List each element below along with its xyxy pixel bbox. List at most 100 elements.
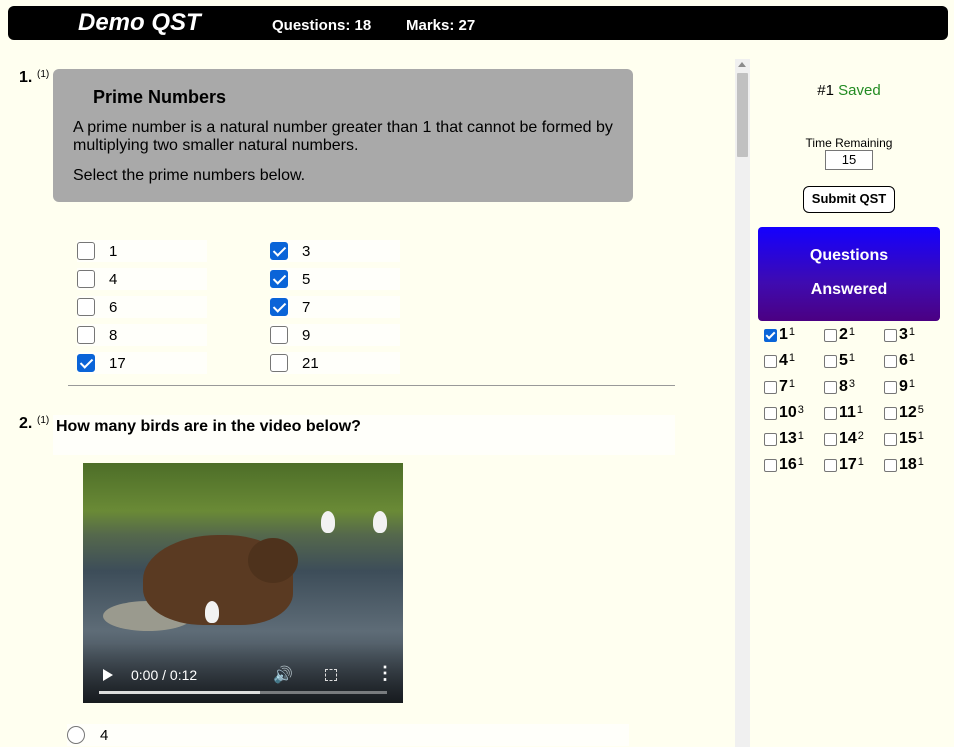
answer-checkbox[interactable] [77, 298, 95, 316]
question-status-item[interactable]: 13 1 [764, 430, 804, 448]
answer-checkbox[interactable] [270, 298, 288, 316]
question-status-number: 2 [839, 326, 848, 343]
question-status-item[interactable]: 21 [824, 326, 855, 344]
answer-option[interactable]: 8 [77, 324, 207, 346]
play-icon[interactable] [103, 669, 113, 681]
question-status-marks: 1 [908, 326, 916, 338]
answer-option-label: 4 [109, 270, 118, 288]
answer-option[interactable]: 4 [67, 724, 629, 746]
answer-option[interactable]: 5 [270, 268, 400, 290]
question-status-item[interactable]: 61 [884, 352, 915, 370]
volume-icon[interactable]: 🔊 [273, 665, 293, 685]
question-status-item[interactable]: 83 [824, 378, 855, 396]
answer-checkbox[interactable] [270, 354, 288, 372]
app-title: Demo QST [78, 9, 201, 36]
question-answered-checkbox[interactable] [764, 458, 777, 472]
question-status-item[interactable]: 17 1 [824, 456, 864, 474]
answer-checkbox[interactable] [77, 326, 95, 344]
question-answered-checkbox[interactable] [884, 354, 897, 368]
fullscreen-icon[interactable] [325, 669, 337, 681]
question-status-item[interactable]: 18 1 [884, 456, 924, 474]
question-status-marks: 1 [917, 456, 924, 468]
answer-option-label: 4 [100, 726, 109, 744]
question-status-item[interactable]: 12 5 [884, 404, 924, 422]
answer-checkbox[interactable] [270, 326, 288, 344]
question-description: A prime number is a natural number great… [73, 119, 613, 154]
question-status-marks: 1 [797, 430, 804, 442]
question-status-marks: 1 [788, 352, 796, 364]
video-progress-bar[interactable] [99, 691, 387, 694]
answer-option-label: 17 [109, 354, 126, 372]
time-remaining-field: 15 [825, 150, 873, 170]
question-status-item[interactable]: 11 1 [824, 404, 863, 422]
question-answered-checkbox[interactable] [824, 380, 837, 394]
answer-option[interactable]: 9 [270, 324, 400, 346]
question-status-item[interactable]: 51 [824, 352, 855, 370]
question-status-marks: 1 [848, 326, 856, 338]
question-answered-checkbox[interactable] [764, 380, 777, 394]
questions-answered-title: Questions [809, 247, 889, 264]
answer-checkbox[interactable] [270, 242, 288, 260]
scrollbar-thumb[interactable] [737, 73, 748, 157]
question-answered-checkbox[interactable] [764, 354, 777, 368]
question-status-item[interactable]: 11 [764, 326, 795, 344]
answer-checkbox[interactable] [77, 354, 95, 372]
question-status-number: 9 [899, 378, 908, 395]
question-answered-checkbox[interactable] [824, 328, 837, 342]
submit-button[interactable]: Submit QST [803, 186, 895, 213]
video-frame-bird [205, 601, 219, 623]
question-answered-checkbox[interactable] [824, 458, 837, 472]
question-answered-checkbox[interactable] [884, 406, 897, 420]
question-answered-checkbox[interactable] [824, 432, 837, 446]
question-answered-checkbox[interactable] [764, 432, 777, 446]
question-number: 1. [19, 69, 33, 86]
video-progress-fill [99, 691, 261, 694]
question-answered-checkbox[interactable] [884, 432, 897, 446]
question-answered-checkbox[interactable] [824, 354, 837, 368]
question-answered-checkbox[interactable] [884, 380, 897, 394]
answer-option[interactable]: 21 [270, 352, 400, 374]
app-header: Demo QST Questions: 18 Marks: 27 [8, 6, 948, 40]
main-scrollbar[interactable] [735, 59, 750, 747]
answer-option[interactable]: 4 [77, 268, 207, 290]
question-status-item[interactable]: 31 [884, 326, 915, 344]
answer-option-label: 1 [109, 242, 118, 260]
question-panel: 1. (1) Prime Numbers A prime number is a… [0, 40, 735, 747]
question-answered-checkbox[interactable] [764, 328, 777, 342]
question-status-item[interactable]: 10 3 [764, 404, 804, 422]
answer-option[interactable]: 17 [77, 352, 207, 374]
question-status-item[interactable]: 16 1 [764, 456, 804, 474]
question-status-number: 5 [839, 352, 848, 369]
question-instruction: Select the prime numbers below. [73, 167, 306, 184]
question-answered-checkbox[interactable] [884, 458, 897, 472]
answer-checkbox[interactable] [77, 270, 95, 288]
video-player[interactable]: 0:00 / 0:12 🔊 ⋮ [83, 463, 403, 703]
question-status-item[interactable]: 71 [764, 378, 795, 396]
answer-option[interactable]: 3 [270, 240, 400, 262]
question-status-number: 11 [839, 404, 856, 421]
more-options-icon[interactable]: ⋮ [376, 663, 394, 684]
question-answered-checkbox[interactable] [824, 406, 837, 420]
scroll-up-arrow-icon[interactable] [738, 62, 746, 67]
question-status-item[interactable]: 14 2 [824, 430, 864, 448]
answer-checkbox[interactable] [270, 270, 288, 288]
question-status-item[interactable]: 15 1 [884, 430, 924, 448]
question-answered-checkbox[interactable] [764, 406, 777, 420]
question-answered-checkbox[interactable] [884, 328, 897, 342]
answer-option[interactable]: 1 [77, 240, 207, 262]
question-status-number: 18 [899, 456, 917, 473]
video-frame-bear-head [248, 538, 298, 583]
question-status-marks: 1 [788, 378, 796, 390]
answer-option[interactable]: 7 [270, 296, 400, 318]
answer-option[interactable]: 6 [77, 296, 207, 318]
video-frame-bird [373, 511, 387, 533]
question-status-number: 8 [839, 378, 848, 395]
question-status-item[interactable]: 41 [764, 352, 795, 370]
answer-checkbox[interactable] [77, 242, 95, 260]
question-status-item[interactable]: 91 [884, 378, 915, 396]
question-status-marks: 3 [848, 378, 856, 390]
question-status-marks: 1 [797, 456, 804, 468]
save-status: #1 Saved [750, 82, 948, 99]
question-status-marks: 5 [917, 404, 924, 416]
answer-radio[interactable] [67, 726, 85, 744]
